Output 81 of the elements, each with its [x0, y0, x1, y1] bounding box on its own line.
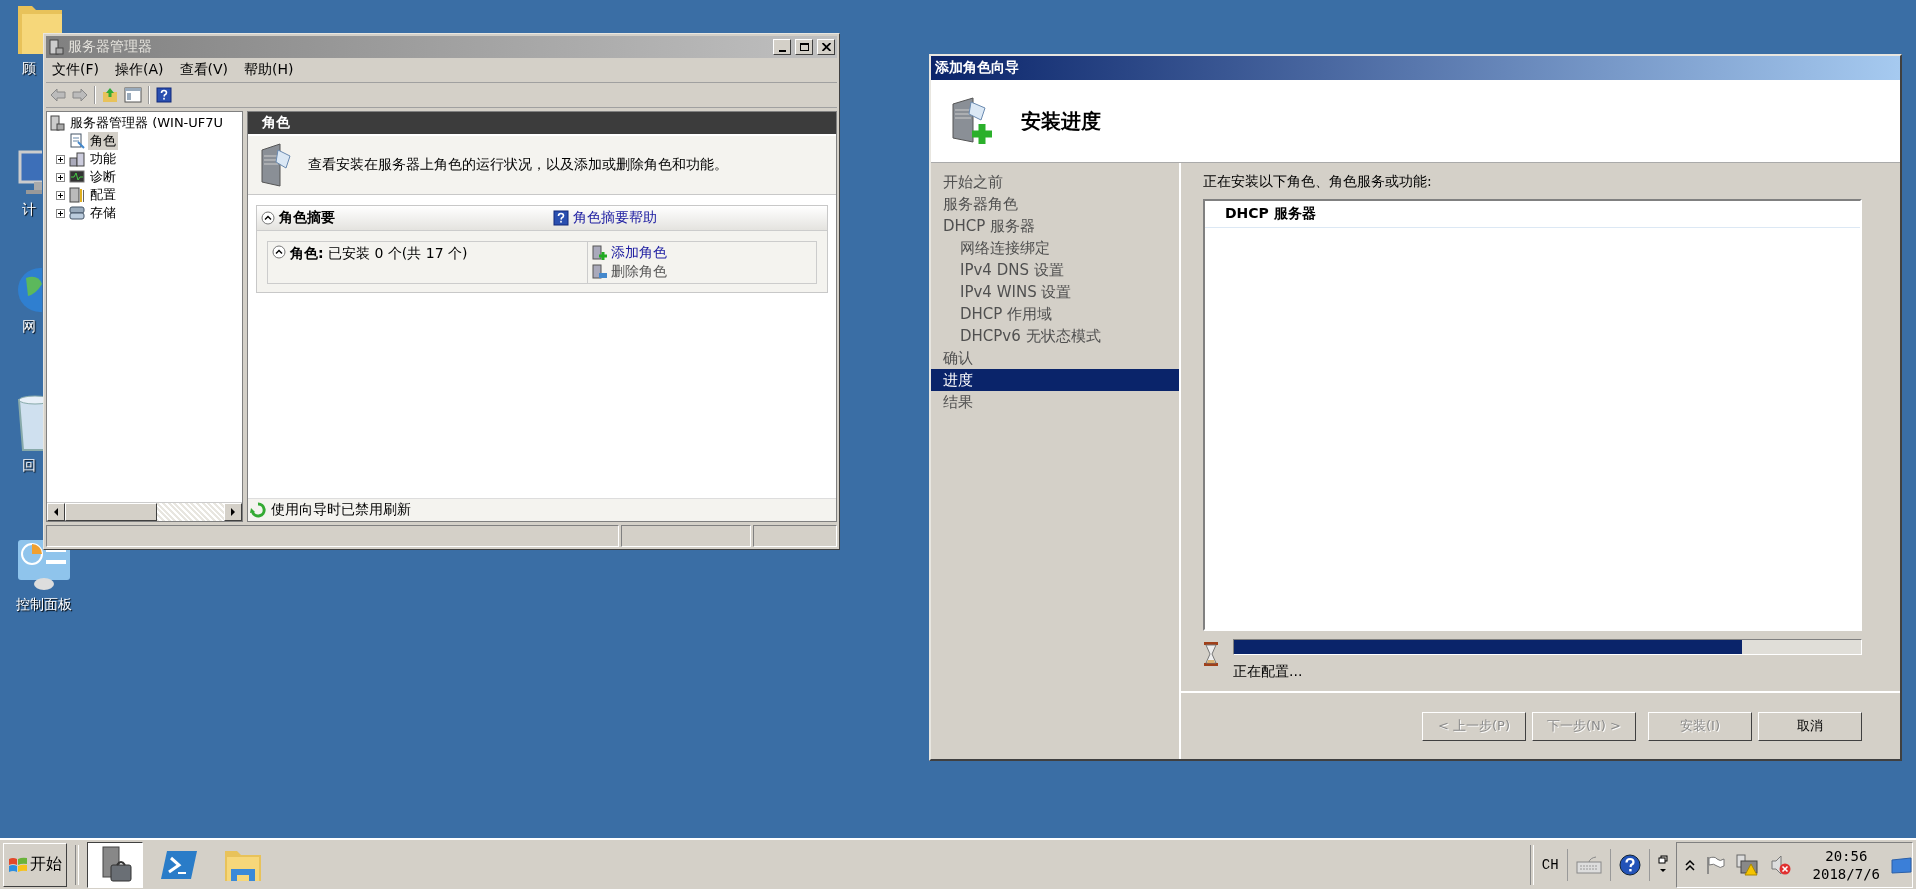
page-pen-icon — [69, 133, 85, 149]
icon-label: 顾 — [22, 60, 36, 78]
hourglass-icon — [1203, 641, 1219, 667]
clock-date[interactable]: 2018/7/6 — [1812, 864, 1880, 883]
menu-item[interactable]: 操作(A) — [109, 61, 174, 79]
section-title: 角色摘要 — [279, 209, 336, 227]
expand-icon[interactable] — [56, 190, 65, 200]
wizard-step[interactable]: 开始之前 — [931, 171, 1179, 193]
wizard-step[interactable]: DHCPv6 无状态模式 — [931, 325, 1179, 347]
tree-item[interactable]: 功能 — [88, 150, 118, 168]
window-title: 添加角色向导 — [931, 56, 1900, 80]
maximize-icon — [799, 43, 809, 51]
wizard-step[interactable]: 服务器角色 — [931, 193, 1179, 215]
icon-label: 控制面板 — [16, 596, 72, 614]
close-icon — [821, 43, 831, 51]
page-heading: 安装进度 — [1021, 107, 1101, 135]
icon-label: 网 — [22, 318, 36, 336]
expand-icon[interactable] — [56, 172, 65, 182]
help-icon[interactable] — [156, 87, 172, 103]
menu-item[interactable]: 帮助(H) — [238, 61, 304, 79]
description-text: 查看安装在服务器上角色的运行状况，以及添加或删除角色和功能。 — [308, 156, 728, 174]
tree-item[interactable]: 诊断 — [88, 168, 118, 186]
menu-item[interactable]: 查看(V) — [173, 61, 238, 79]
help-icon[interactable] — [1618, 853, 1641, 876]
wizard-step[interactable]: IPv4 DNS 设置 — [931, 259, 1179, 281]
monitor-icon — [69, 169, 85, 185]
wizard-step[interactable]: 结果 — [931, 391, 1179, 413]
server-icon — [49, 115, 65, 131]
wizard-step[interactable]: 进度 — [931, 369, 1179, 391]
icon-label: 回 — [22, 457, 36, 475]
chevron-up-icon[interactable] — [1684, 858, 1695, 871]
network-warning-icon[interactable] — [1734, 853, 1759, 876]
server-tag-icon — [258, 142, 294, 188]
server-add-icon — [949, 96, 993, 146]
wizard-step[interactable]: DHCP 作用域 — [931, 303, 1179, 325]
help-link[interactable]: 角色摘要帮助 — [573, 209, 657, 227]
minimize-icon — [778, 49, 786, 52]
scroll-bar[interactable] — [47, 502, 242, 521]
components-icon — [69, 151, 85, 167]
speaker-muted-icon[interactable] — [1768, 853, 1791, 876]
action-link[interactable]: 添加角色 — [611, 244, 667, 262]
start-button[interactable]: 开始 — [3, 842, 67, 887]
tree-item[interactable]: 存储 — [88, 204, 118, 222]
menu-item[interactable]: 文件(F) — [46, 61, 109, 79]
taskbar-app[interactable] — [87, 841, 143, 888]
icon-label: 计 — [22, 201, 36, 219]
refresh-icon — [250, 502, 266, 518]
help-icon — [553, 210, 569, 226]
status-text: 使用向导时已禁用刷新 — [271, 501, 411, 519]
server-remove-icon — [592, 264, 608, 280]
tree-item[interactable]: 服务器管理器 (WIN-UF7U — [68, 114, 226, 132]
progress-status: 正在配置... — [1233, 663, 1304, 681]
language-indicator[interactable]: CH — [1541, 856, 1559, 873]
wizard-step[interactable]: DHCP 服务器 — [931, 215, 1179, 237]
close-button[interactable] — [817, 39, 835, 55]
collapse-icon[interactable] — [272, 245, 286, 259]
flag-icon[interactable] — [1704, 854, 1725, 875]
server-add-icon — [592, 245, 608, 261]
maximize-button[interactable] — [795, 39, 813, 55]
wizard-button[interactable]: 取消 — [1758, 711, 1862, 741]
scroll-right-icon — [230, 508, 236, 516]
server-icon — [48, 39, 64, 55]
pane-header: 角色 — [248, 112, 836, 134]
clock-time[interactable]: 20:56 — [1825, 846, 1868, 865]
tree-item[interactable]: 配置 — [88, 186, 118, 204]
roles-count: 角色: 已安装 0 个(共 17 个) — [290, 245, 468, 263]
wizard-step[interactable]: 确认 — [931, 347, 1179, 369]
tree-item[interactable]: 角色 — [88, 132, 118, 150]
minimize-button[interactable] — [773, 39, 791, 55]
wizard-step[interactable]: 网络连接绑定 — [931, 237, 1179, 259]
list-item: DHCP 服务器 — [1205, 201, 1860, 228]
window-title: 服务器管理器 — [68, 38, 153, 56]
tools-icon — [69, 187, 85, 203]
wizard-step[interactable]: IPv4 WINS 设置 — [931, 281, 1179, 303]
expand-icon[interactable] — [56, 208, 65, 218]
pane-toggle-icon[interactable] — [124, 87, 142, 103]
scroll-left-icon — [53, 508, 59, 516]
intro-text: 正在安装以下角色、角色服务或功能: — [1203, 173, 1433, 191]
collapse-icon[interactable] — [261, 211, 275, 225]
expand-icon[interactable] — [56, 154, 65, 164]
storage-icon — [69, 205, 85, 221]
